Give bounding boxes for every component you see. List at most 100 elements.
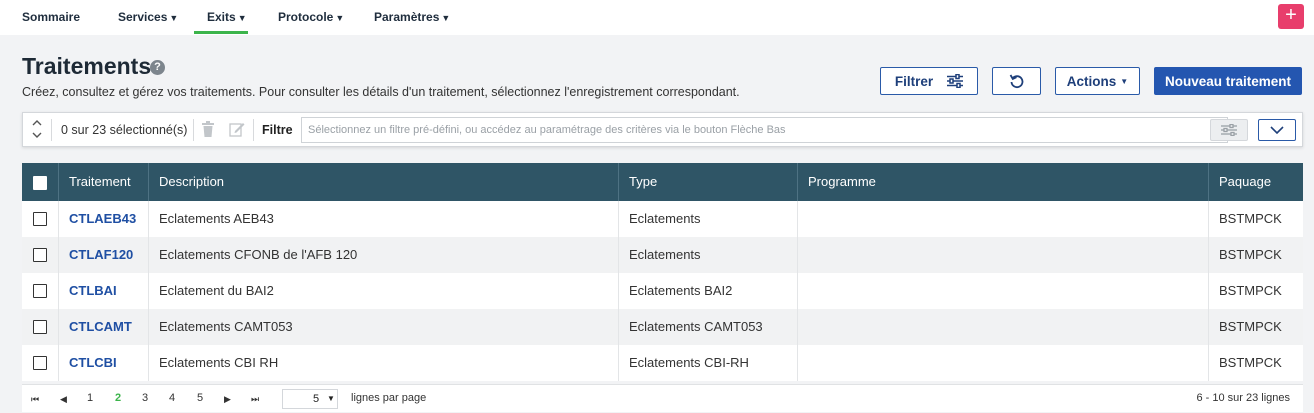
- row-select-cell: [22, 273, 59, 309]
- help-icon[interactable]: ?: [150, 60, 165, 75]
- previous-page-icon[interactable]: ◀: [60, 394, 67, 405]
- pagination-bar: ⏮ ◀ 1 2 3 4 5 ▶ ⏭ 5 ▼ lignes par page 6 …: [22, 384, 1303, 412]
- page-link-1[interactable]: 1: [87, 392, 93, 404]
- treatment-code-link[interactable]: CTLCAMT: [59, 309, 149, 345]
- paquage-cell: BSTMPCK: [1219, 211, 1282, 226]
- sliders-icon: [947, 74, 964, 88]
- nav-active-indicator: [194, 31, 248, 34]
- programme-cell: [798, 201, 1209, 237]
- chevron-down-icon: ▼: [1120, 76, 1129, 86]
- nav-parametres[interactable]: Paramètres ▼: [374, 10, 450, 24]
- select-all-checkbox[interactable]: [33, 176, 47, 190]
- actions-button-label: Actions: [1066, 73, 1117, 89]
- type-cell: Eclatements CAMT053: [619, 309, 798, 345]
- paquage-cell: BSTMPCK: [1219, 283, 1282, 298]
- column-header-type[interactable]: Type: [619, 163, 798, 201]
- divider: [193, 119, 194, 141]
- row-checkbox[interactable]: [33, 284, 47, 298]
- first-page-icon[interactable]: ⏮: [31, 394, 39, 405]
- chevron-down-icon: ▼: [169, 13, 179, 23]
- treatment-code-link[interactable]: CTLBAI: [59, 273, 149, 309]
- nav-sommaire-label: Sommaire: [22, 10, 81, 24]
- filter-label: Filtre: [262, 123, 293, 137]
- description-cell: Eclatement du BAI2: [149, 273, 619, 309]
- filter-expand-button[interactable]: [1258, 119, 1296, 141]
- nav-sommaire[interactable]: Sommaire: [22, 10, 80, 24]
- table-row[interactable]: CTLCBI Eclatements CBI RH Eclatements CB…: [22, 345, 1303, 381]
- sort-toggle[interactable]: [29, 117, 45, 143]
- description-cell: Eclatements CBI RH: [149, 345, 619, 381]
- page-link-4[interactable]: 4: [169, 392, 175, 404]
- chevron-down-icon: [1270, 126, 1284, 134]
- page-size-label: lignes par page: [351, 392, 427, 404]
- programme-cell: [798, 237, 1209, 273]
- trash-icon[interactable]: [201, 121, 215, 137]
- paquage-cell: BSTMPCK: [1219, 319, 1282, 334]
- filter-select[interactable]: Sélectionnez un filtre pré-défini, ou ac…: [301, 117, 1228, 143]
- filter-settings-button[interactable]: [1210, 119, 1248, 141]
- refresh-button[interactable]: [992, 67, 1041, 95]
- chevron-down-icon: ▼: [237, 13, 247, 23]
- page-size-value: 5: [313, 393, 320, 405]
- treatment-code-link[interactable]: CTLAEB43: [59, 201, 149, 237]
- row-select-cell: [22, 237, 59, 273]
- paquage-cell: BSTMPCK: [1219, 355, 1282, 370]
- table-row[interactable]: CTLBAI Eclatement du BAI2 Eclatements BA…: [22, 273, 1303, 309]
- chevron-down-icon: ▼: [335, 13, 345, 23]
- page-link-5[interactable]: 5: [197, 392, 203, 404]
- nav-services-label: Services: [118, 10, 168, 24]
- new-treatment-button[interactable]: Nouveau traitement: [1154, 67, 1302, 95]
- column-header-description[interactable]: Description: [149, 163, 619, 201]
- row-checkbox[interactable]: [33, 212, 47, 226]
- row-range: 6 - 10 sur 23 lignes: [1196, 392, 1290, 404]
- nav-services[interactable]: Services ▼: [118, 10, 178, 24]
- last-page-icon[interactable]: ⏭: [251, 394, 259, 405]
- chevron-down-icon: ▼: [441, 13, 451, 23]
- programme-cell: [798, 345, 1209, 381]
- selection-count: 0 sur 23 sélectionné(s): [61, 123, 188, 137]
- header-select-cell: [22, 163, 59, 201]
- type-cell: Eclatements BAI2: [619, 273, 798, 309]
- page-link-2[interactable]: 2: [115, 392, 121, 404]
- column-header-traitement[interactable]: Traitement: [59, 163, 149, 201]
- row-select-cell: [22, 345, 59, 381]
- page-size-select[interactable]: 5 ▼: [282, 389, 338, 409]
- divider: [51, 119, 52, 141]
- treatment-code-link[interactable]: CTLCBI: [59, 345, 149, 381]
- column-header-programme[interactable]: Programme: [798, 163, 1209, 201]
- table-row[interactable]: CTLAF120 Eclatements CFONB de l'AFB 120 …: [22, 237, 1303, 273]
- paquage-cell: BSTMPCK: [1219, 247, 1282, 262]
- type-cell: Eclatements: [619, 201, 798, 237]
- actions-button[interactable]: Actions ▼: [1055, 67, 1140, 95]
- programme-cell: [798, 273, 1209, 309]
- refresh-icon: [1009, 74, 1023, 89]
- page-link-3[interactable]: 3: [142, 392, 148, 404]
- nav-exits-label: Exits: [207, 10, 236, 24]
- table-row[interactable]: CTLCAMT Eclatements CAMT053 Eclatements …: [22, 309, 1303, 345]
- row-select-cell: [22, 309, 59, 345]
- row-checkbox[interactable]: [33, 356, 47, 370]
- sliders-icon: [1221, 124, 1237, 136]
- page-description: Créez, consultez et gérez vos traitement…: [22, 85, 740, 99]
- nav-protocole[interactable]: Protocole ▼: [278, 10, 344, 24]
- table-header: Traitement Description Type Programme Pa…: [22, 163, 1303, 201]
- table-row[interactable]: CTLAEB43 Eclatements AEB43 Eclatements B…: [22, 201, 1303, 237]
- row-checkbox[interactable]: [33, 248, 47, 262]
- filter-button-label: Filtrer: [894, 73, 934, 89]
- next-page-icon[interactable]: ▶: [224, 394, 231, 405]
- edit-icon[interactable]: [229, 121, 245, 137]
- plus-icon: +: [1285, 4, 1297, 26]
- add-button[interactable]: +: [1278, 4, 1304, 29]
- filter-bar: 0 sur 23 sélectionné(s) Filtre Sélection…: [22, 112, 1303, 147]
- description-cell: Eclatements CAMT053: [149, 309, 619, 345]
- description-cell: Eclatements AEB43: [149, 201, 619, 237]
- column-header-paquage[interactable]: Paquage: [1209, 163, 1303, 201]
- top-nav: Sommaire Services ▼ Exits ▼ Protocole ▼ Par…: [0, 0, 1314, 35]
- description-cell: Eclatements CFONB de l'AFB 120: [149, 237, 619, 273]
- nav-protocole-label: Protocole: [278, 10, 334, 24]
- filter-button[interactable]: Filtrer: [880, 67, 978, 95]
- row-checkbox[interactable]: [33, 320, 47, 334]
- nav-parametres-label: Paramètres: [374, 10, 440, 24]
- treatment-code-link[interactable]: CTLAF120: [59, 237, 149, 273]
- nav-exits[interactable]: Exits ▼: [207, 10, 247, 24]
